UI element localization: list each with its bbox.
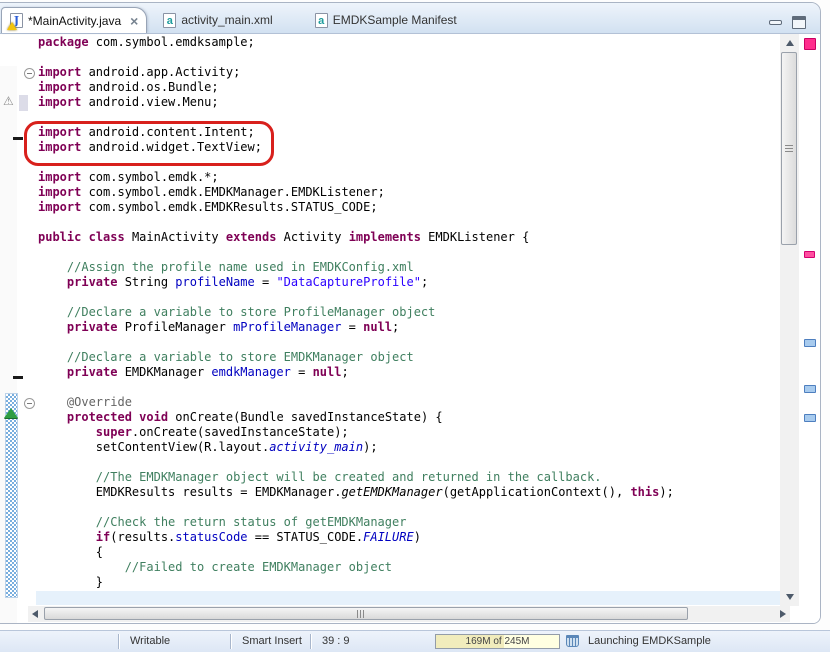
separator [118,634,119,649]
code-line[interactable]: //Declare a variable to store ProfileMan… [38,305,780,320]
tab-activity-main-xml[interactable]: a activity_main.xml [155,7,286,33]
warning-overlay-icon [7,22,17,30]
code-line[interactable]: import com.symbol.emdk.EMDKResults.STATU… [38,200,780,215]
eclipse-editor-window: J *MainActivity.java × a activity_main.x… [0,0,830,645]
code-line[interactable]: public class MainActivity extends Activi… [38,230,780,245]
code-line[interactable]: import android.view.Menu; [38,95,780,110]
change-dash-marker [13,376,23,379]
code-line[interactable]: //Check the return status of getEMDKMana… [38,515,780,530]
garbage-collect-icon[interactable] [566,635,579,647]
code-line[interactable]: //Declare a variable to store EMDKManage… [38,350,780,365]
separator [310,634,311,649]
code-line[interactable] [38,455,780,470]
scroll-right-icon[interactable] [780,610,786,618]
code-line[interactable]: private EMDKManager emdkManager = null; [38,365,780,380]
close-icon[interactable]: × [130,16,138,26]
tab-bar: J *MainActivity.java × a activity_main.x… [0,3,820,34]
range-indicator [19,95,28,111]
tab-label: *MainActivity.java [28,14,121,28]
writable-status: Writable [130,635,170,647]
scroll-left-icon[interactable] [32,610,38,618]
code-line[interactable] [38,335,780,350]
code-line[interactable]: import android.os.Bundle; [38,80,780,95]
pink-marker[interactable] [804,251,815,258]
scroll-up-icon[interactable] [786,40,794,46]
tab-mainactivity-java[interactable]: J *MainActivity.java × [1,7,147,33]
warning-icon: ⚠ [3,94,14,108]
code-area[interactable]: package com.symbol.emdksample; import and… [36,31,780,604]
change-dash-marker [13,137,23,140]
tab-label: activity_main.xml [181,13,272,27]
code-line[interactable]: { [38,545,780,560]
minimize-icon[interactable] [769,20,782,25]
android-xml-icon: a [315,13,328,28]
code-line[interactable]: //Failed to create EMDKManager object [38,560,780,575]
tab-emdksample-manifest[interactable]: a EMDKSample Manifest [307,7,471,33]
status-message: Launching EMDKSample [588,635,711,647]
vertical-scroll-thumb[interactable] [781,52,797,245]
vertical-scrollbar[interactable] [780,34,799,606]
code-line[interactable]: private ProfileManager mProfileManager =… [38,320,780,335]
code-line[interactable]: import com.symbol.emdk.*; [38,170,780,185]
blue-marker[interactable] [804,385,816,393]
thumb-grip [785,145,793,153]
horizontal-scrollbar[interactable] [28,606,790,622]
code-line[interactable]: protected void onCreate(Bundle savedInst… [38,410,780,425]
code-line[interactable]: if(results.statusCode == STATUS_CODE.FAI… [38,530,780,545]
cursor-position: 39 : 9 [322,635,350,647]
insert-mode-status: Smart Insert [242,635,302,647]
code-line[interactable]: @Override [38,395,780,410]
code-line[interactable]: import com.symbol.emdk.EMDKManager.EMDKL… [38,185,780,200]
code-line[interactable]: EMDKResults results = EMDKManager.getEMD… [38,485,780,500]
code-line[interactable] [38,215,780,230]
scroll-down-icon[interactable] [786,594,794,600]
maximize-icon[interactable] [792,16,806,29]
code-line[interactable]: super.onCreate(savedInstanceState); [38,425,780,440]
tab-label: EMDKSample Manifest [333,13,457,27]
code-line[interactable] [38,500,780,515]
code-line[interactable]: import android.app.Activity; [38,65,780,80]
code-line[interactable] [38,245,780,260]
thumb-grip [357,610,365,618]
green-triangle-marker [4,408,18,418]
horizontal-scroll-thumb[interactable] [44,607,688,620]
heap-status-gauge: 169M of 245M [435,634,560,649]
code-line[interactable]: package com.symbol.emdksample; [38,35,780,50]
code-line[interactable]: } [38,575,780,590]
blue-marker[interactable] [804,339,816,347]
red-annotation-box [24,121,274,166]
android-xml-icon: a [163,13,176,28]
code-line[interactable]: //The EMDKManager object will be created… [38,470,780,485]
diff-hatch-bar [5,393,18,598]
separator [230,634,231,649]
fold-collapse-icon[interactable] [24,68,35,79]
code-line[interactable] [38,290,780,305]
code-line[interactable]: //Assign the profile name used in EMDKCo… [38,260,780,275]
code-line[interactable]: setContentView(R.layout.activity_main); [38,440,780,455]
fold-collapse-icon[interactable] [24,398,35,409]
java-file-warning-icon: J [10,13,23,28]
overview-ruler [801,34,818,620]
error-marker[interactable] [804,38,816,50]
code-line[interactable] [38,380,780,395]
blue-marker[interactable] [804,414,816,422]
code-line[interactable]: private String profileName = "DataCaptur… [38,275,780,290]
code-line[interactable] [38,50,780,65]
status-bar: Writable Smart Insert 39 : 9 169M of 245… [0,630,830,652]
